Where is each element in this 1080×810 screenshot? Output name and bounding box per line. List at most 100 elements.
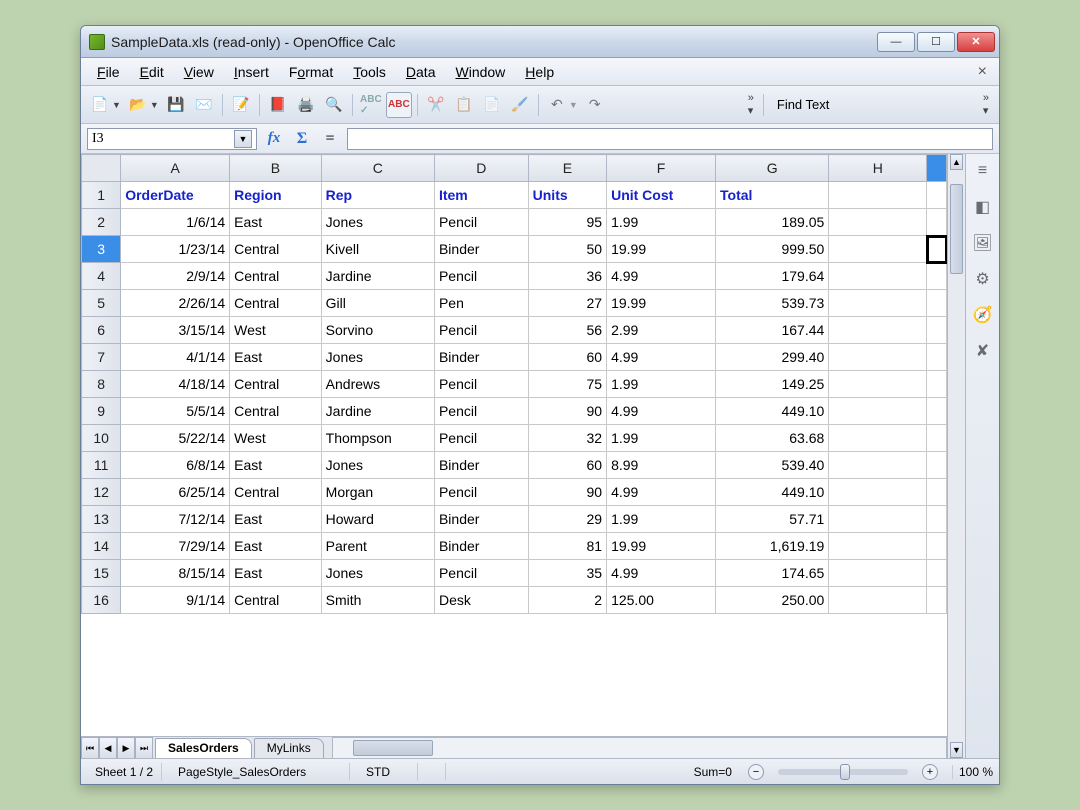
cell[interactable]: East: [230, 452, 322, 479]
horizontal-scrollbar[interactable]: [332, 737, 947, 758]
cell[interactable]: 19.99: [607, 290, 716, 317]
cell[interactable]: Units: [528, 182, 606, 209]
row-header[interactable]: 7: [82, 344, 121, 371]
cell[interactable]: 4/1/14: [121, 344, 230, 371]
document-close-icon[interactable]: ×: [972, 61, 993, 83]
cell[interactable]: Pencil: [434, 209, 528, 236]
cell[interactable]: Jones: [321, 209, 434, 236]
status-selection-mode[interactable]: [426, 763, 446, 781]
cell[interactable]: Sorvino: [321, 317, 434, 344]
undo-button[interactable]: ↶: [544, 92, 570, 118]
cell[interactable]: 90: [528, 479, 606, 506]
cell[interactable]: 29: [528, 506, 606, 533]
cell[interactable]: Central: [230, 263, 322, 290]
row-header[interactable]: 12: [82, 479, 121, 506]
cell[interactable]: Pencil: [434, 479, 528, 506]
row-header[interactable]: 11: [82, 452, 121, 479]
minimize-button[interactable]: —: [877, 32, 915, 52]
export-pdf-button[interactable]: 📕: [265, 92, 291, 118]
cell[interactable]: Andrews: [321, 371, 434, 398]
cell[interactable]: 5/22/14: [121, 425, 230, 452]
tab-nav-first[interactable]: ⏮: [81, 737, 99, 758]
cell[interactable]: Central: [230, 479, 322, 506]
cell[interactable]: [927, 398, 947, 425]
cell[interactable]: [829, 209, 927, 236]
cell[interactable]: [927, 317, 947, 344]
cell[interactable]: 7/12/14: [121, 506, 230, 533]
cell[interactable]: [829, 317, 927, 344]
row-header[interactable]: 15: [82, 560, 121, 587]
cell[interactable]: East: [230, 533, 322, 560]
cell[interactable]: 3/15/14: [121, 317, 230, 344]
cell[interactable]: 2.99: [607, 317, 716, 344]
cell[interactable]: 4.99: [607, 263, 716, 290]
col-header-C[interactable]: C: [321, 155, 434, 182]
cell[interactable]: 60: [528, 344, 606, 371]
titlebar[interactable]: SampleData.xls (read-only) - OpenOffice …: [81, 26, 999, 58]
cell[interactable]: 174.65: [716, 560, 829, 587]
cell[interactable]: 539.40: [716, 452, 829, 479]
row-header[interactable]: 5: [82, 290, 121, 317]
cell[interactable]: East: [230, 506, 322, 533]
cell[interactable]: [829, 425, 927, 452]
sheet-tab-salesorders[interactable]: SalesOrders: [155, 738, 252, 758]
cell[interactable]: [927, 209, 947, 236]
cell[interactable]: 1.99: [607, 425, 716, 452]
cell[interactable]: 4/18/14: [121, 371, 230, 398]
cell[interactable]: 1.99: [607, 371, 716, 398]
cell[interactable]: East: [230, 209, 322, 236]
col-header-H[interactable]: H: [829, 155, 927, 182]
dropdown-icon[interactable]: ▼: [569, 100, 578, 110]
row-header[interactable]: 1: [82, 182, 121, 209]
cell[interactable]: 27: [528, 290, 606, 317]
cell[interactable]: Thompson: [321, 425, 434, 452]
cell[interactable]: 9/1/14: [121, 587, 230, 614]
scrollbar-thumb[interactable]: [950, 184, 963, 274]
col-header-A[interactable]: A: [121, 155, 230, 182]
cell[interactable]: [829, 452, 927, 479]
cut-button[interactable]: ✂️: [423, 92, 449, 118]
cell[interactable]: [927, 479, 947, 506]
formula-input[interactable]: [347, 128, 993, 150]
cell[interactable]: Pencil: [434, 371, 528, 398]
cell[interactable]: Gill: [321, 290, 434, 317]
cell[interactable]: 35: [528, 560, 606, 587]
col-header-E[interactable]: E: [528, 155, 606, 182]
cell[interactable]: [829, 506, 927, 533]
sidebar-functions-icon[interactable]: ⚙: [972, 268, 994, 290]
cell[interactable]: 56: [528, 317, 606, 344]
cell[interactable]: [927, 506, 947, 533]
row-header[interactable]: 13: [82, 506, 121, 533]
cell[interactable]: 81: [528, 533, 606, 560]
cell[interactable]: Unit Cost: [607, 182, 716, 209]
formula-equals-button[interactable]: =: [319, 128, 341, 150]
cell[interactable]: 60: [528, 452, 606, 479]
cell[interactable]: [927, 587, 947, 614]
toolbar-overflow-icon[interactable]: »▾: [979, 92, 993, 117]
cell[interactable]: Parent: [321, 533, 434, 560]
cell[interactable]: West: [230, 317, 322, 344]
open-button[interactable]: 📂: [125, 92, 151, 118]
cell[interactable]: 6/25/14: [121, 479, 230, 506]
cell[interactable]: 2/26/14: [121, 290, 230, 317]
status-pagestyle[interactable]: PageStyle_SalesOrders: [170, 763, 350, 781]
status-insert-mode[interactable]: STD: [358, 763, 418, 781]
cell[interactable]: West: [230, 425, 322, 452]
cell[interactable]: [927, 290, 947, 317]
menu-tools[interactable]: Tools: [343, 61, 396, 83]
cell[interactable]: 8.99: [607, 452, 716, 479]
cell[interactable]: Rep: [321, 182, 434, 209]
cell[interactable]: 1.99: [607, 506, 716, 533]
menu-file[interactable]: File: [87, 61, 130, 83]
cell[interactable]: Pencil: [434, 560, 528, 587]
format-paint-button[interactable]: 🖌️: [507, 92, 533, 118]
vertical-scrollbar[interactable]: ▲ ▼: [947, 154, 965, 758]
cell[interactable]: Pencil: [434, 263, 528, 290]
scrollbar-thumb[interactable]: [353, 740, 433, 756]
col-header-F[interactable]: F: [607, 155, 716, 182]
menu-view[interactable]: View: [174, 61, 224, 83]
zoom-out-button[interactable]: −: [748, 764, 764, 780]
cell[interactable]: 50: [528, 236, 606, 263]
sidebar-properties-icon[interactable]: ≡: [972, 160, 994, 182]
cell[interactable]: [829, 236, 927, 263]
